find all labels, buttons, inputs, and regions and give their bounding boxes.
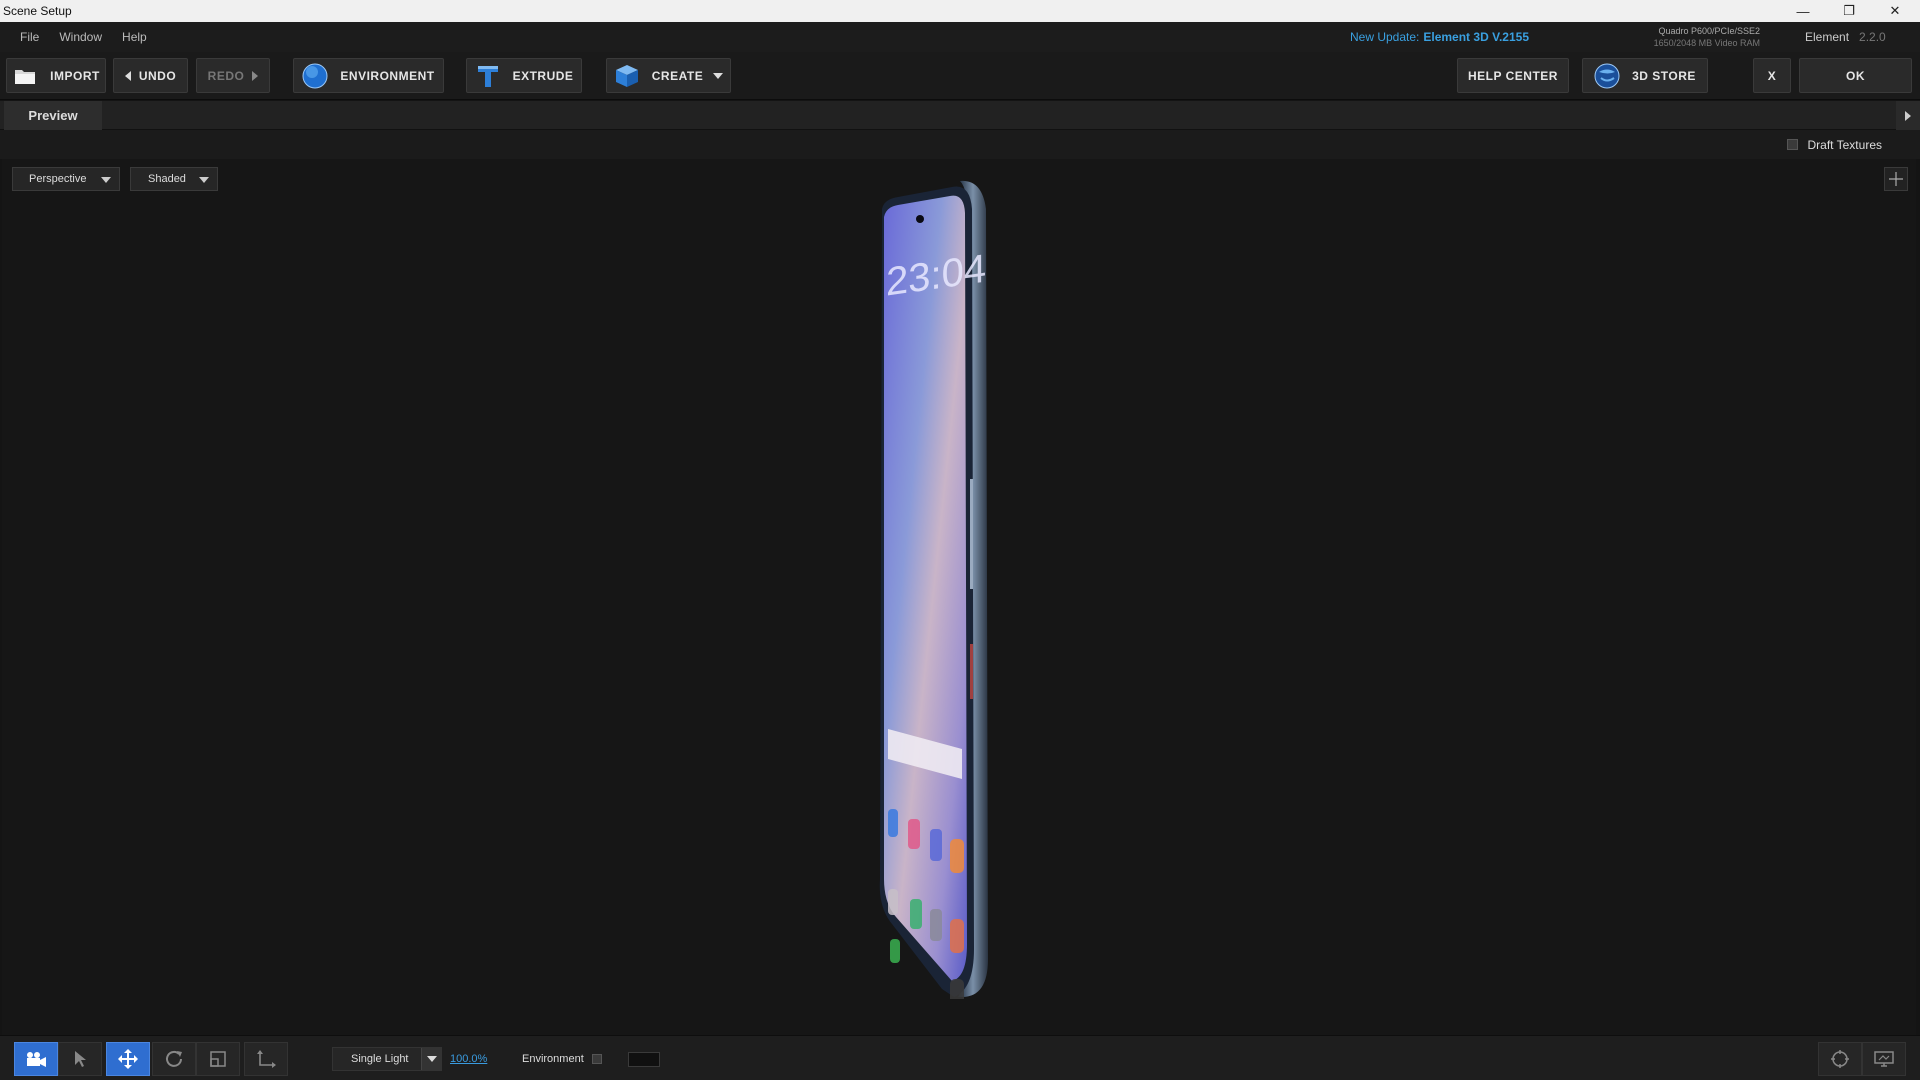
minimize-button[interactable]: — [1780, 0, 1826, 22]
environment-label: ENVIRONMENT [340, 68, 435, 83]
camera-view-value: Perspective [29, 173, 87, 185]
chevron-down-icon [426, 1056, 437, 1062]
extrude-button[interactable]: EXTRUDE [466, 58, 582, 93]
app-version: 2.2.0 [1859, 30, 1886, 44]
draft-textures-checkbox[interactable] [1786, 139, 1798, 150]
menu-help[interactable]: Help [116, 30, 161, 44]
target-icon [1831, 1050, 1849, 1068]
phone-model[interactable]: 23:04 [862, 179, 1032, 999]
chevron-right-icon [1905, 110, 1911, 121]
select-tool-button[interactable] [58, 1042, 102, 1076]
import-button[interactable]: IMPORT [6, 58, 106, 93]
extrude-text-icon [475, 63, 501, 89]
axis-icon [257, 1050, 276, 1068]
bottom-toolbar: Single Light 100.0% Environment [0, 1035, 1920, 1080]
scale-box-icon [210, 1051, 226, 1067]
render-display-button[interactable] [1862, 1042, 1906, 1076]
video-camera-icon [27, 1052, 46, 1067]
import-label: IMPORT [50, 68, 100, 83]
environment-color-swatch[interactable] [628, 1052, 660, 1067]
chevron-down-icon [713, 72, 724, 79]
tab-preview[interactable]: Preview [4, 101, 102, 130]
shading-mode-dropdown[interactable]: Shaded [130, 167, 218, 191]
restore-button[interactable]: ❐ [1826, 0, 1872, 22]
help-center-button[interactable]: HELP CENTER [1457, 58, 1569, 93]
cancel-label: X [1767, 68, 1777, 83]
extrude-label: EXTRUDE [512, 68, 574, 83]
folder-icon [12, 63, 38, 89]
main-toolbar: IMPORT UNDO REDO ENVIRONMENT EXTRUDE CRE… [0, 52, 1920, 100]
cube-icon [614, 63, 640, 89]
gpu-info: Quadro P600/PCIe/SSE2 1650/2048 MB Video… [1640, 25, 1760, 49]
ok-button[interactable]: OK [1799, 58, 1912, 93]
environment-checkbox[interactable] [591, 1054, 602, 1064]
redo-arrow-icon [252, 70, 259, 81]
chevron-down-icon [199, 177, 209, 183]
environment-toggle[interactable]: Environment [522, 1047, 602, 1071]
close-window-button[interactable]: ✕ [1872, 0, 1918, 22]
cursor-arrow-icon [75, 1051, 86, 1067]
crosshair-corner-icon [1889, 172, 1903, 186]
viewport-settings-button[interactable] [1818, 1042, 1862, 1076]
monitor-icon [1874, 1051, 1894, 1067]
create-label: CREATE [651, 68, 704, 83]
3d-viewport[interactable]: Perspective Shaded 23:04 [2, 159, 1916, 1035]
camera-tool-button[interactable] [14, 1042, 58, 1076]
update-version[interactable]: Element 3D V.2155 [1423, 30, 1529, 44]
menu-file[interactable]: File [0, 30, 53, 44]
light-mode-value: Single Light [351, 1053, 409, 1065]
help-center-label: HELP CENTER [1468, 68, 1558, 83]
gpu-vram: 1650/2048 MB Video RAM [1653, 38, 1760, 48]
light-mode-dropdown-toggle[interactable] [421, 1048, 441, 1070]
draft-textures-label: Draft Textures [1807, 137, 1882, 152]
undo-label: UNDO [138, 68, 177, 83]
menu-window[interactable]: Window [53, 30, 116, 44]
gpu-name: Quadro P600/PCIe/SSE2 [1658, 26, 1760, 36]
light-intensity-value[interactable]: 100.0% [450, 1047, 487, 1071]
shading-mode-value: Shaded [148, 173, 186, 185]
preview-options-bar: Draft Textures [0, 130, 1920, 159]
light-mode-dropdown[interactable]: Single Light [332, 1047, 442, 1071]
rotate-icon [166, 1050, 182, 1067]
redo-label: REDO [207, 68, 245, 83]
update-notice[interactable]: New Update: Element 3D V.2155 [1350, 22, 1529, 52]
environment-toggle-label: Environment [522, 1053, 584, 1065]
chevron-down-icon [101, 177, 111, 183]
cancel-button[interactable]: X [1753, 58, 1791, 93]
3d-store-label: 3D STORE [1632, 68, 1696, 83]
environment-button[interactable]: ENVIRONMENT [293, 58, 444, 93]
undo-button[interactable]: UNDO [113, 58, 188, 93]
app-name: Element [1805, 30, 1850, 44]
redo-button[interactable]: REDO [196, 58, 270, 93]
scale-tool-button[interactable] [196, 1042, 240, 1076]
3d-store-button[interactable]: 3D STORE [1582, 58, 1708, 93]
draft-textures-toggle[interactable]: Draft Textures [1786, 130, 1882, 159]
axis-tool-button[interactable] [244, 1042, 288, 1076]
undo-arrow-icon [124, 70, 131, 81]
move-arrows-icon [118, 1049, 138, 1069]
tab-scroll-right-button[interactable] [1896, 101, 1920, 130]
move-tool-button[interactable] [106, 1042, 150, 1076]
app-version-info: Element 2.2.0 [1805, 22, 1886, 52]
scene-setup-window: Scene Setup — ❐ ✕ File Window Help New U… [0, 0, 1920, 1080]
window-title: Scene Setup [3, 4, 72, 18]
globe-icon [302, 63, 328, 89]
store-globe-icon [1594, 63, 1620, 89]
create-button[interactable]: CREATE [606, 58, 731, 93]
panel-tab-strip: Preview [0, 101, 1920, 130]
rotate-tool-button[interactable] [152, 1042, 196, 1076]
camera-view-dropdown[interactable]: Perspective [12, 167, 120, 191]
title-bar: Scene Setup — ❐ ✕ [0, 0, 1920, 22]
maximize-viewport-button[interactable] [1884, 167, 1908, 191]
menu-bar: File Window Help New Update: Element 3D … [0, 22, 1920, 52]
ok-label: OK [1846, 68, 1865, 83]
update-prefix: New Update: [1350, 30, 1420, 44]
